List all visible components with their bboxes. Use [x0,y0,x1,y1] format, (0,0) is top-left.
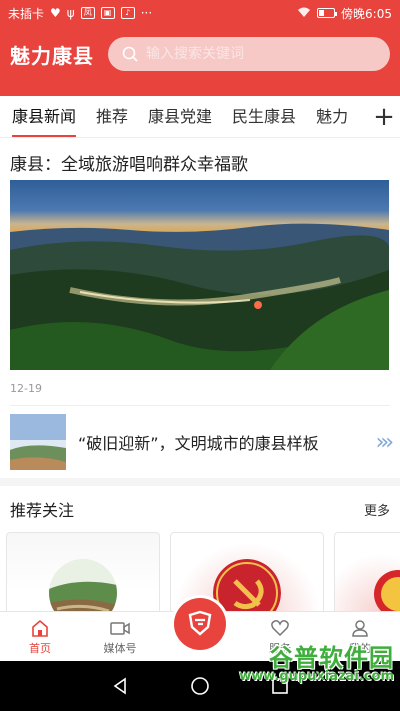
clock: 傍晚6:05 [341,6,392,21]
add-channel-button[interactable]: + [368,96,400,137]
nav-home-label: 首页 [29,641,51,655]
home-circle-icon[interactable] [190,676,210,696]
music-icon: ♪ [120,7,135,19]
app-header: 魅力康县 [0,26,400,82]
heart-outline-icon [271,619,289,636]
headline-image[interactable] [10,180,389,370]
section-divider [0,478,400,486]
user-icon [352,619,368,637]
recommend-more-link[interactable]: 更多 [364,500,390,519]
nav-home[interactable]: 首页 [0,612,80,661]
plus-icon: + [373,102,395,132]
sim-status: 未插卡 [8,6,45,21]
tab-party-building[interactable]: 康县党建 [138,96,222,137]
tab-recommend[interactable]: 推荐 [86,96,138,137]
tab-charm[interactable]: 魅力 [306,96,358,137]
shield-logo-icon [188,610,212,636]
headline-date: 12-19 [10,382,42,395]
status-bar: 未插卡 ♥ ψ 凤 ▣ ♪ ··· 傍晚6:05 [0,0,400,26]
more-icon: ··· [140,6,153,20]
back-icon[interactable] [110,676,130,696]
watermark-url: www.gupuxiazai.com [239,669,394,684]
bag-icon: ▣ [100,7,115,19]
channel-tabs: 康县新闻 推荐 康县党建 民生康县 魅力 + [0,96,400,138]
double-chevron-right-icon[interactable]: ››› [376,430,395,455]
search-icon [122,46,138,62]
carousel-thumbnail[interactable] [10,414,66,470]
video-camera-icon [110,621,130,635]
tab-kangxian-news[interactable]: 康县新闻 [10,96,86,137]
top-bar: 未插卡 ♥ ψ 凤 ▣ ♪ ··· 傍晚6:05 魅力康县 [0,0,400,96]
usb-icon: ψ [66,6,75,20]
search-input[interactable] [146,46,376,62]
carousel-item[interactable]: “破旧迎新”，文明城市的康县样板 ››› [0,406,400,478]
headline-title[interactable]: 康县：全域旅游唱响群众幸福歌 [10,138,390,176]
home-icon [32,619,48,637]
carousel-title[interactable]: “破旧迎新”，文明城市的康县样板 [78,430,370,454]
notification-icon: 凤 [80,7,95,19]
nav-media[interactable]: 媒体号 [80,612,160,661]
headline-article[interactable]: 康县：全域旅游唱响群众幸福歌 12-19 [0,138,400,395]
watermark-brand: 谷普软件园 [269,644,394,672]
nav-media-label: 媒体号 [103,641,137,655]
wifi-icon [297,6,311,21]
search-bar[interactable] [108,37,390,71]
heart-icon: ♥ [50,6,61,20]
app-title: 魅力康县 [10,43,94,68]
center-action-button[interactable] [174,598,226,650]
recommend-title: 推荐关注 [10,501,75,520]
battery-icon [317,8,338,18]
recommend-header: 推荐关注 更多 [0,486,400,532]
watermark: 谷普软件园 www.gupuxiazai.com [239,638,394,684]
tab-livelihood[interactable]: 民生康县 [222,96,306,137]
nav-center[interactable] [160,598,240,661]
